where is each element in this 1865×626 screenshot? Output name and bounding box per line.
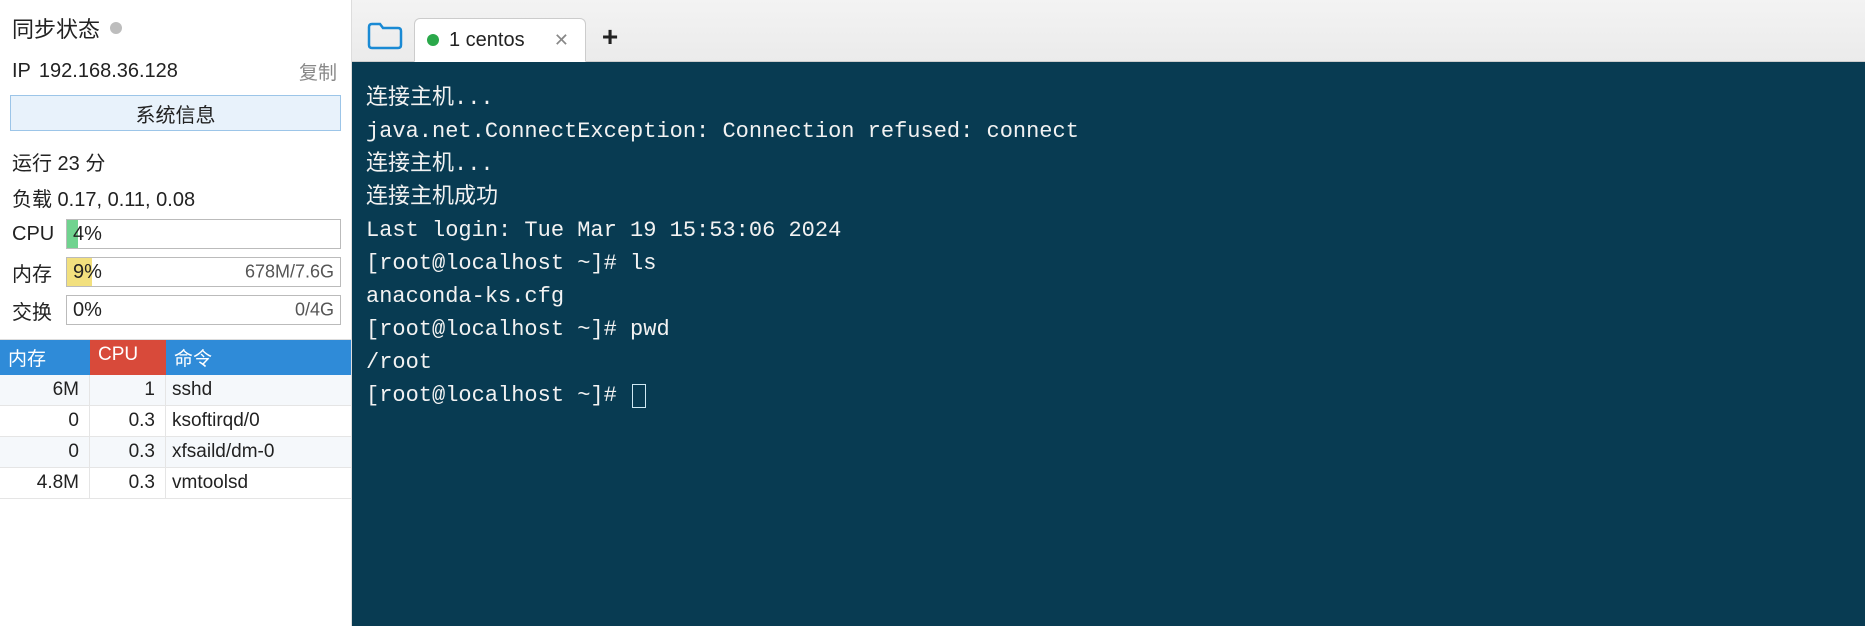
swap-label: 交换 [12,296,58,325]
mem-meter: 9% 678M/7.6G [66,257,341,287]
terminal-cursor [632,384,646,408]
mem-meter-text: 9% [67,261,102,284]
swap-meter: 0% 0/4G [66,295,341,325]
ip-value: 192.168.36.128 [39,60,178,83]
col-header-cmd[interactable]: 命令 [166,340,351,375]
swap-meter-right: 0/4G [295,300,334,321]
tab-label: 1 centos [449,29,525,52]
cpu-meter: 4% [66,219,341,249]
table-row[interactable]: 00.3xfsaild/dm-0 [0,437,351,468]
cpu-meter-row: CPU 4% [0,217,351,255]
tab-close-button[interactable]: ✕ [550,30,573,51]
load-text: 负载 0.17, 0.11, 0.08 [0,181,351,217]
swap-meter-text: 0% [67,299,102,322]
cell-cpu: 0.3 [90,406,166,436]
ip-label: IP [12,60,31,83]
process-table-header: 内存 CPU 命令 [0,340,351,375]
table-row[interactable]: 4.8M0.3vmtoolsd [0,468,351,499]
table-row[interactable]: 6M1sshd [0,375,351,406]
terminal[interactable]: 连接主机... java.net.ConnectException: Conne… [352,62,1865,626]
sync-status-label: 同步状态 [12,12,100,44]
cpu-label: CPU [12,223,58,246]
uptime-text: 运行 23 分 [0,145,351,181]
main-panel: 1 centos ✕ + 连接主机... java.net.ConnectExc… [352,0,1865,626]
sync-status-row: 同步状态 [0,6,351,58]
cell-cmd: xfsaild/dm-0 [166,437,351,467]
cell-cpu: 0.3 [90,437,166,467]
col-header-cpu[interactable]: CPU [90,340,166,375]
mem-meter-right: 678M/7.6G [245,262,334,283]
system-info-button[interactable]: 系统信息 [10,95,341,131]
process-table-body: 6M1sshd00.3ksoftirqd/000.3xfsaild/dm-04.… [0,375,351,499]
tab-bar: 1 centos ✕ + [352,0,1865,62]
mem-meter-row: 内存 9% 678M/7.6G [0,255,351,293]
table-row[interactable]: 00.3ksoftirqd/0 [0,406,351,437]
tab-active[interactable]: 1 centos ✕ [414,18,586,62]
ip-row: IP 192.168.36.128 复制 [0,58,351,95]
cell-mem: 0 [0,437,90,467]
cell-cpu: 1 [90,375,166,405]
cell-cpu: 0.3 [90,468,166,498]
swap-meter-row: 交换 0% 0/4G [0,293,351,331]
col-header-mem[interactable]: 内存 [0,340,90,375]
cell-cmd: ksoftirqd/0 [166,406,351,436]
mem-label: 内存 [12,258,58,287]
process-table: 内存 CPU 命令 6M1sshd00.3ksoftirqd/000.3xfsa… [0,339,351,499]
cell-mem: 0 [0,406,90,436]
cell-mem: 6M [0,375,90,405]
status-dot-icon [110,22,122,34]
cell-cmd: sshd [166,375,351,405]
cell-mem: 4.8M [0,468,90,498]
folder-icon[interactable] [362,17,408,53]
connected-dot-icon [427,34,439,46]
sidebar-panel: 同步状态 IP 192.168.36.128 复制 系统信息 运行 23 分 负… [0,0,352,626]
cell-cmd: vmtoolsd [166,468,351,498]
add-tab-button[interactable]: + [592,21,628,53]
copy-button[interactable]: 复制 [299,58,337,85]
cpu-meter-text: 4% [67,223,102,246]
